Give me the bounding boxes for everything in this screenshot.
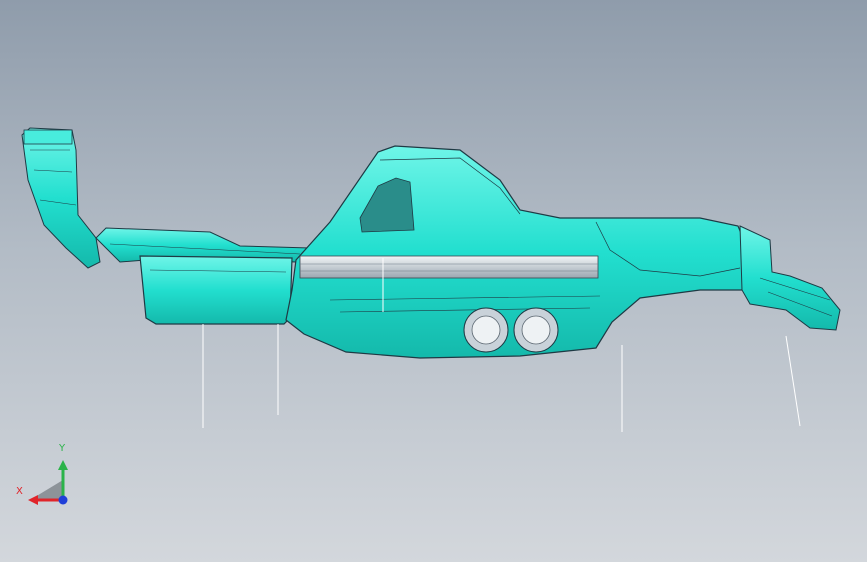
z-axis-dot: [58, 495, 68, 505]
graphics-viewport[interactable]: Y X: [0, 0, 867, 562]
left-arm-bracket: [21, 127, 101, 269]
coordinate-triad[interactable]: Y X: [0, 430, 90, 520]
3d-model-view[interactable]: [0, 0, 867, 562]
cross-car-beam: [299, 255, 599, 279]
x-axis-arrow: [28, 495, 38, 505]
y-axis-arrow: [58, 460, 68, 470]
right-end-bracket: [739, 225, 841, 331]
x-axis-label: X: [16, 486, 23, 497]
y-axis-label: Y: [59, 443, 66, 454]
leader-line: [785, 335, 801, 427]
glove-box: [139, 255, 293, 325]
